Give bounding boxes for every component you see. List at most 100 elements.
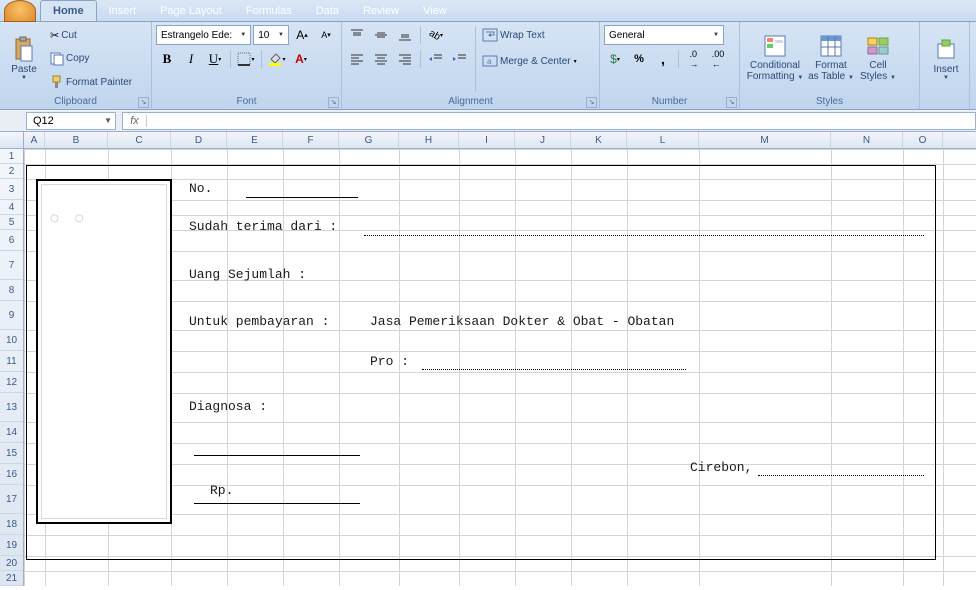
conditional-formatting-button[interactable]: ConditionalFormatting ▼ [744, 24, 806, 94]
tab-page-layout[interactable]: Page Layout [148, 1, 234, 21]
column-header-M[interactable]: M [699, 132, 831, 148]
row-header-3[interactable]: 3 [0, 179, 23, 200]
align-right-button[interactable] [394, 48, 416, 70]
column-header-H[interactable]: H [399, 132, 459, 148]
borders-button[interactable]: ▾ [235, 48, 257, 70]
chevron-down-icon: ▼ [276, 32, 286, 38]
row-header-21[interactable]: 21 [0, 571, 23, 586]
column-header-N[interactable]: N [831, 132, 903, 148]
percent-button[interactable]: % [628, 48, 650, 70]
label-rp: Rp. [210, 483, 233, 498]
group-label: Clipboard [0, 95, 151, 108]
merge-center-button[interactable]: aMerge & Center▾ [480, 50, 579, 72]
increase-indent-button[interactable] [449, 48, 471, 70]
comma-button[interactable]: , [652, 48, 674, 70]
row-header-11[interactable]: 11 [0, 351, 23, 372]
paste-button[interactable]: Paste ▼ [4, 24, 44, 94]
column-header-C[interactable]: C [108, 132, 171, 148]
column-header-A[interactable]: A [24, 132, 45, 148]
insert-cells-button[interactable]: Insert▼ [924, 24, 968, 94]
label-diagnosa: Diagnosa : [189, 399, 267, 414]
increase-decimal-button[interactable]: .0→ [683, 48, 705, 70]
accounting-button[interactable]: $▾ [604, 48, 626, 70]
format-painter-button[interactable]: Format Painter [48, 71, 134, 93]
orientation-button[interactable]: ab▾ [425, 24, 447, 46]
column-header-K[interactable]: K [571, 132, 627, 148]
row-header-4[interactable]: 4 [0, 200, 23, 215]
font-size-combo[interactable]: 10▼ [253, 25, 289, 45]
row-header-15[interactable]: 15 [0, 443, 23, 464]
column-header-O[interactable]: O [903, 132, 943, 148]
tab-review[interactable]: Review [351, 1, 411, 21]
name-box[interactable]: Q12▼ [26, 112, 116, 130]
column-header-F[interactable]: F [283, 132, 339, 148]
row-header-12[interactable]: 12 [0, 372, 23, 393]
column-header-L[interactable]: L [627, 132, 699, 148]
align-middle-button[interactable] [370, 24, 392, 46]
svg-text:a: a [487, 57, 492, 66]
group-font: Estrangelo Ede:▼ 10▼ A▴ A▾ B I U▾ ▾ ▾ A▾… [152, 22, 342, 109]
decrease-indent-button[interactable] [425, 48, 447, 70]
label-cirebon: Cirebon, [690, 460, 752, 475]
font-color-button[interactable]: A▾ [290, 48, 312, 70]
align-left-button[interactable] [346, 48, 368, 70]
row-header-17[interactable]: 17 [0, 485, 23, 514]
dialog-launcher-icon[interactable]: ↘ [138, 97, 149, 108]
office-button[interactable] [4, 0, 36, 22]
row-header-14[interactable]: 14 [0, 422, 23, 443]
column-header-B[interactable]: B [45, 132, 108, 148]
column-header-I[interactable]: I [459, 132, 515, 148]
tab-home[interactable]: Home [40, 0, 97, 21]
row-header-1[interactable]: 1 [0, 149, 23, 164]
row-header-7[interactable]: 7 [0, 251, 23, 280]
bold-button[interactable]: B [156, 48, 178, 70]
tab-data[interactable]: Data [304, 1, 351, 21]
column-header-G[interactable]: G [339, 132, 399, 148]
column-header-J[interactable]: J [515, 132, 571, 148]
fill-color-button[interactable]: ▾ [266, 48, 288, 70]
column-headers: ABCDEFGHIJKLMNO [0, 132, 976, 149]
row-header-13[interactable]: 13 [0, 393, 23, 422]
wrap-text-button[interactable]: Wrap Text [480, 24, 579, 46]
tab-view[interactable]: View [411, 1, 459, 21]
copy-button[interactable]: Copy [48, 48, 134, 70]
cell-styles-icon [866, 34, 890, 58]
dialog-launcher-icon[interactable]: ↘ [586, 97, 597, 108]
shrink-font-button[interactable]: A▾ [315, 24, 337, 46]
dialog-launcher-icon[interactable]: ↘ [328, 97, 339, 108]
italic-button[interactable]: I [180, 48, 202, 70]
chevron-down-icon: ▼ [104, 116, 115, 125]
cut-button[interactable]: ✂Cut [48, 25, 134, 47]
align-bottom-button[interactable] [394, 24, 416, 46]
dialog-launcher-icon[interactable]: ↘ [726, 97, 737, 108]
select-all-corner[interactable] [0, 132, 24, 148]
align-center-button[interactable] [370, 48, 392, 70]
row-header-6[interactable]: 6 [0, 230, 23, 251]
tab-formulas[interactable]: Formulas [234, 1, 304, 21]
row-header-20[interactable]: 20 [0, 556, 23, 571]
number-format-combo[interactable]: General▼ [604, 25, 724, 45]
row-header-9[interactable]: 9 [0, 301, 23, 330]
row-header-2[interactable]: 2 [0, 164, 23, 179]
font-name-combo[interactable]: Estrangelo Ede:▼ [156, 25, 251, 45]
tab-insert[interactable]: Insert [97, 1, 149, 21]
align-top-button[interactable] [346, 24, 368, 46]
cells-area[interactable]: No. Sudah terima dari : Uang Sejumlah : … [24, 149, 976, 586]
row-header-19[interactable]: 19 [0, 535, 23, 556]
fx-button[interactable]: fx [123, 115, 147, 127]
underline-button[interactable]: U▾ [204, 48, 226, 70]
format-as-table-button[interactable]: Formatas Table ▼ [806, 24, 856, 94]
column-header-E[interactable]: E [227, 132, 283, 148]
row-headers: 123456789101112131415161718192021 [0, 149, 24, 586]
row-header-8[interactable]: 8 [0, 280, 23, 301]
column-header-D[interactable]: D [171, 132, 227, 148]
row-header-5[interactable]: 5 [0, 215, 23, 230]
row-header-10[interactable]: 10 [0, 330, 23, 351]
cell-styles-button[interactable]: CellStyles ▼ [856, 24, 900, 94]
ribbon: Paste ▼ ✂Cut Copy Format Painter Clipboa… [0, 22, 976, 110]
decrease-decimal-button[interactable]: .00← [707, 48, 729, 70]
grow-font-button[interactable]: A▴ [291, 24, 313, 46]
scissors-icon: ✂ [50, 29, 59, 42]
row-header-16[interactable]: 16 [0, 464, 23, 485]
row-header-18[interactable]: 18 [0, 514, 23, 535]
